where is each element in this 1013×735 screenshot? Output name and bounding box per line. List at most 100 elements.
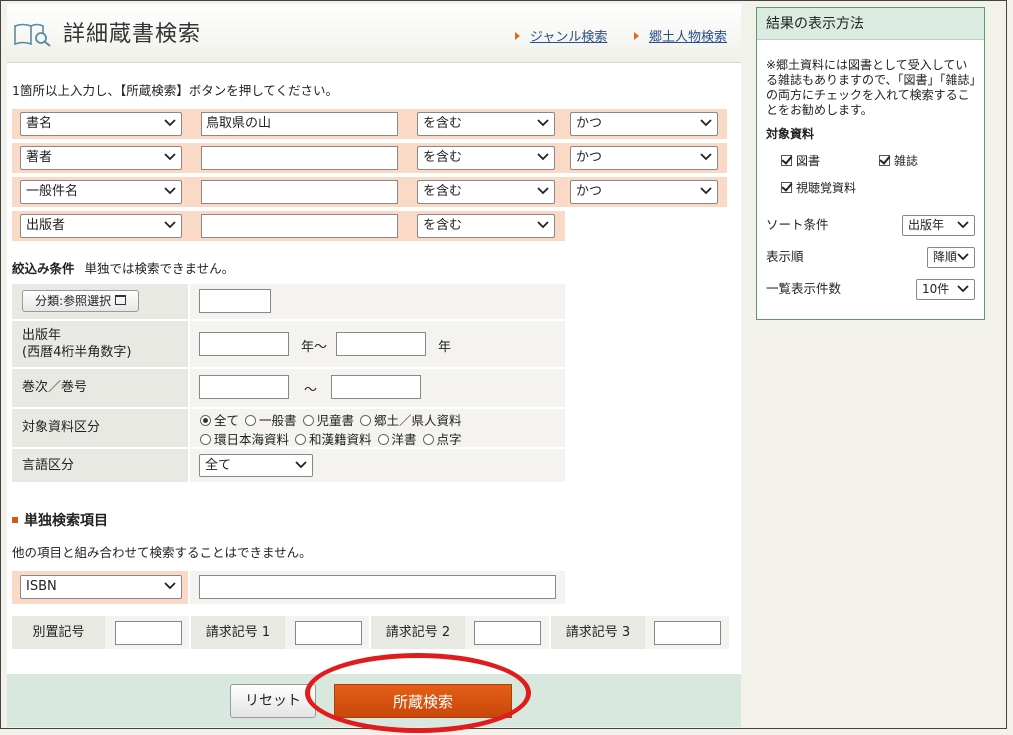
classification-label-cell: 分類:参照選択: [12, 284, 188, 319]
square-bullet-icon: [12, 517, 18, 523]
radio-icon: [377, 434, 389, 445]
count-select-value: 10件: [922, 282, 950, 296]
call-number-2-label: 請求記号 2: [385, 625, 451, 640]
classification-input[interactable]: [199, 289, 271, 313]
call-number-3-input[interactable]: [654, 621, 721, 645]
material-option-label: 洋書: [391, 432, 417, 447]
call-number-1-input[interactable]: [295, 621, 362, 645]
match-select[interactable]: を含む: [417, 214, 555, 238]
material-radio-classical[interactable]: 和漢籍資料: [295, 432, 374, 447]
language-value-cell: 全て: [190, 449, 565, 482]
material-radio-braille[interactable]: 点字: [422, 432, 464, 447]
display-options-heading: 結果の表示方法: [757, 8, 984, 40]
match-select[interactable]: を含む: [417, 112, 555, 136]
material-radio-children[interactable]: 児童書: [302, 413, 357, 428]
check-magazines-label: 雑誌: [894, 154, 919, 168]
local-person-search-link-label: 郷土人物検索: [649, 30, 728, 45]
radio-icon: [302, 415, 314, 426]
keyword-input[interactable]: 鳥取県の山: [201, 112, 398, 136]
sort-select[interactable]: 出版年: [902, 215, 975, 236]
material-radio-general[interactable]: 一般書: [245, 413, 299, 428]
main-panel: 詳細蔵書検索 ジャンル検索 郷土人物検索 1箇所以上入力し、【所蔵検索】ボタンを…: [7, 4, 741, 727]
call-label-cell: 別置記号: [12, 616, 105, 649]
sort-label: ソート条件: [766, 217, 829, 232]
match-select[interactable]: を含む: [417, 180, 555, 204]
call-number-1-label: 請求記号 1: [205, 625, 271, 640]
material-radio-foreign[interactable]: 洋書: [377, 432, 419, 447]
material-radio-local[interactable]: 郷土／県人資料: [360, 413, 464, 428]
filter-label: 絞込み条件: [12, 261, 75, 276]
volume-from-input[interactable]: [199, 375, 289, 399]
radio-icon: [245, 415, 256, 426]
radio-icon: [295, 434, 306, 445]
genre-search-link[interactable]: ジャンル検索: [515, 26, 607, 45]
chevron-down-icon: [537, 119, 549, 127]
sort-select-value: 出版年: [908, 218, 945, 232]
call-value-cell: [465, 616, 549, 649]
volume-value-cell: 〜: [190, 369, 565, 407]
material-value-cell: 全て 一般書 児童書 郷土／県人資料 環日本海資料 和漢籍資料 洋書 点字: [190, 409, 565, 447]
pubyear-label-cell: 出版年 (西暦4桁半角数字): [12, 321, 188, 367]
chevron-down-icon: [164, 119, 176, 127]
language-select[interactable]: 全て: [199, 454, 313, 477]
language-row: 言語区分 全て: [12, 449, 565, 482]
keyword-input[interactable]: [201, 146, 398, 170]
criteria-row: 書名 鳥取県の山 を含む: [12, 109, 565, 139]
display-options-panel: 結果の表示方法 ※郷土資料には図書として受入している雑誌もありますので、「図書」…: [756, 7, 985, 320]
keyword-input[interactable]: [201, 214, 398, 238]
isbn-field-select-value: ISBN: [26, 579, 57, 594]
pubyear-from-input[interactable]: [199, 332, 289, 356]
field-select-value: 出版者: [26, 218, 66, 233]
chevron-down-icon: [164, 187, 176, 195]
radio-icon: [360, 415, 371, 426]
local-person-search-link[interactable]: 郷土人物検索: [634, 26, 727, 45]
chevron-down-icon: [537, 153, 549, 161]
pubyear-label: 出版年: [22, 328, 62, 343]
classification-reference-button[interactable]: 分類:参照選択: [22, 290, 139, 312]
order-select[interactable]: 降順: [927, 247, 975, 268]
chevron-down-icon: [537, 187, 549, 195]
keyword-input[interactable]: [201, 180, 398, 204]
standalone-heading-text: 単独検索項目: [24, 513, 108, 529]
chevron-down-icon: [700, 153, 712, 161]
isbn-field-select[interactable]: ISBN: [20, 575, 182, 599]
checkbox-checked-icon: [879, 155, 890, 166]
volume-range-separator: 〜: [304, 383, 318, 398]
volume-to-input[interactable]: [331, 375, 421, 399]
logic-select[interactable]: かつ: [570, 112, 718, 136]
check-audiovisual-label: 視聴覚資料: [796, 181, 857, 195]
criteria-row: 著者 を含む: [12, 143, 565, 173]
search-holdings-button[interactable]: 所蔵検索: [334, 684, 512, 718]
material-radio-japansea[interactable]: 環日本海資料: [200, 432, 291, 447]
call-value-cell: [285, 616, 369, 649]
chevron-down-icon: [700, 119, 712, 127]
field-select[interactable]: 一般件名: [20, 180, 182, 204]
material-radio-all[interactable]: 全て: [200, 413, 241, 428]
genre-search-link-label: ジャンル検索: [530, 30, 608, 45]
logic-select-value: かつ: [576, 116, 603, 131]
year-end-label: 年: [438, 340, 452, 355]
check-magazines[interactable]: 雑誌: [879, 152, 918, 169]
logic-cell: かつ: [565, 143, 727, 173]
count-select[interactable]: 10件: [916, 279, 975, 300]
field-select[interactable]: 著者: [20, 146, 182, 170]
logic-select[interactable]: かつ: [570, 180, 718, 204]
material-row: 対象資料区分 全て 一般書 児童書 郷土／県人資料 環日本海資料 和漢籍資料 洋…: [12, 409, 565, 447]
check-audiovisual[interactable]: 視聴覚資料: [781, 179, 856, 196]
language-select-value: 全て: [205, 458, 232, 473]
display-options-note: ※郷土資料には図書として受入している雑誌もありますので、「図書」「雑誌」の両方に…: [766, 58, 976, 117]
check-books-label: 図書: [796, 154, 821, 168]
material-option-label: 郷土／県人資料: [374, 413, 462, 428]
isbn-input[interactable]: [199, 575, 556, 599]
field-select[interactable]: 出版者: [20, 214, 182, 238]
field-select[interactable]: 書名: [20, 112, 182, 136]
pubyear-to-input[interactable]: [336, 332, 426, 356]
year-range-separator: 年〜: [301, 340, 328, 355]
match-select[interactable]: を含む: [417, 146, 555, 170]
call-number-2-input[interactable]: [474, 621, 541, 645]
check-books[interactable]: 図書: [781, 152, 820, 169]
logic-select[interactable]: かつ: [570, 146, 718, 170]
separate-shelf-input[interactable]: [115, 621, 182, 645]
reset-button[interactable]: リセット: [230, 684, 316, 718]
keyword-input-value: 鳥取県の山: [206, 116, 272, 131]
